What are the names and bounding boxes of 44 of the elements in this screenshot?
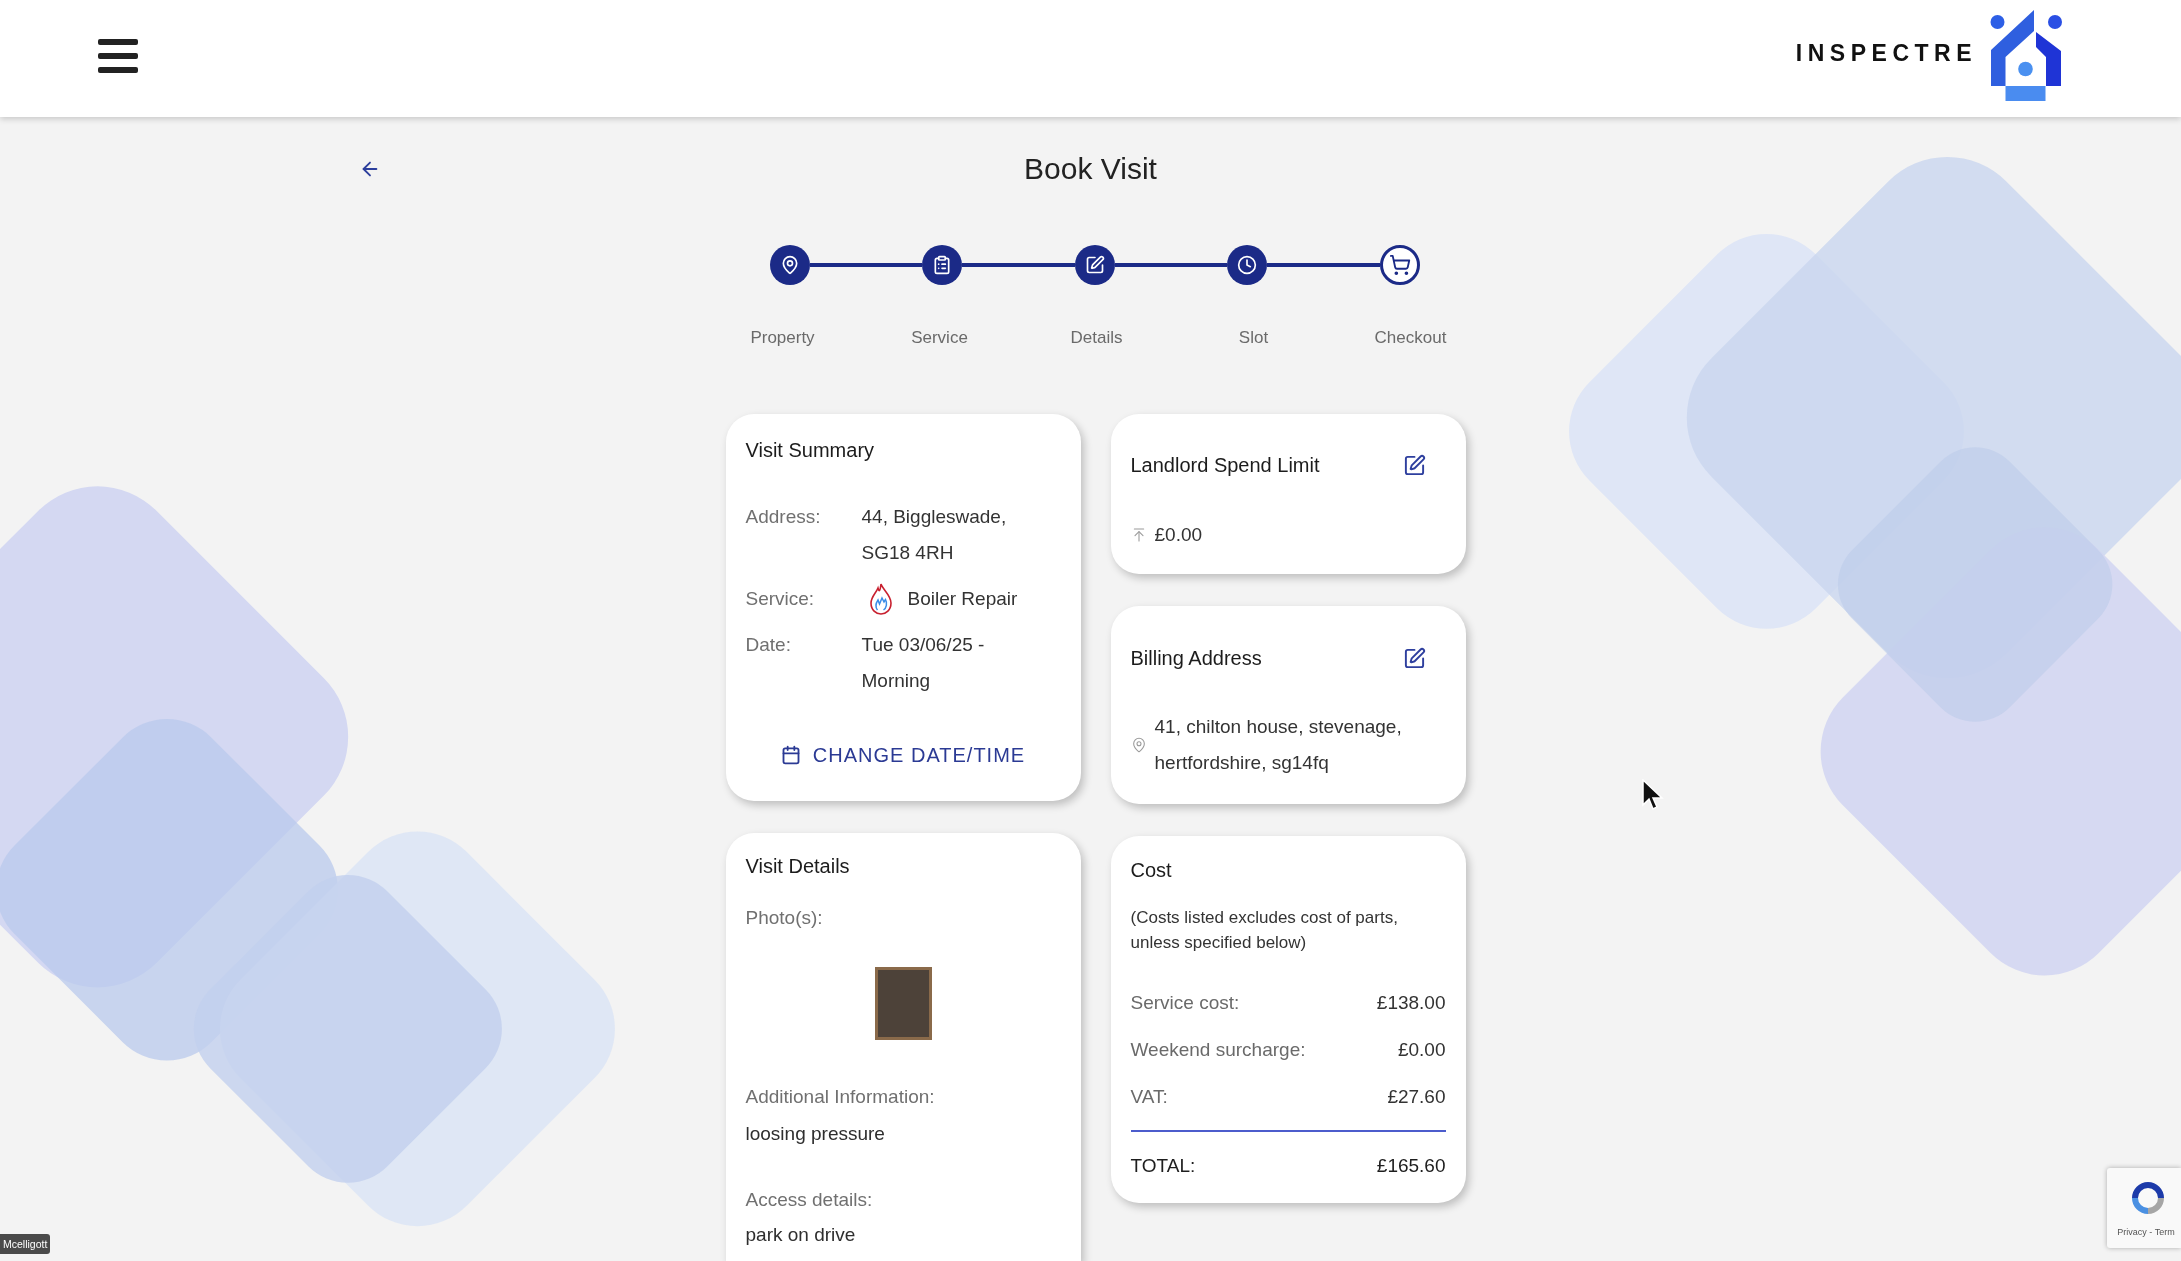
billing-address-text: 41, chilton house, stevenage, hertfordshire, sg14fq [1154,715,1403,775]
pencil-square-icon[interactable] [1402,453,1426,477]
mouse-pointer-icon [1642,779,1664,811]
spend-limit-amount: £0.00 [1154,523,1203,547]
page-title: Book Visit [1024,151,1157,187]
field-label: Photo(s): [745,906,824,930]
field-label: Access details: [745,1188,874,1212]
step-label: Service [911,327,968,349]
field-value: Boiler Repair [907,587,1018,611]
card-title: Billing Address [1130,646,1262,671]
field-label: Service: [745,587,816,611]
total-label: TOTAL: [1130,1154,1196,1178]
change-date-time-button[interactable]: CHANGE DATE/TIME [774,735,1032,775]
pencil-square-icon[interactable] [1402,646,1426,670]
step-label: Slot [1238,327,1269,349]
step-label: Checkout [1374,327,1447,349]
field-label: Address: [745,505,822,529]
location-pin-icon [1130,737,1147,753]
menu-icon[interactable] [98,38,138,73]
flame-icon [869,583,892,615]
cost-label: Service cost: [1130,991,1240,1015]
field-value: Tue 03/06/25 - Morning [861,633,986,693]
calendar-icon [780,745,801,765]
card-title: Cost [1130,858,1173,883]
card-title: Visit Summary [745,438,876,463]
card-title: Landlord Spend Limit [1130,453,1320,478]
cost-note: (Costs listed excludes cost of parts, unless specified below) [1130,907,1399,954]
field-label: Date: [745,633,792,657]
cost-value: £138.00 [1376,991,1446,1015]
cost-value: £0.00 [1397,1038,1446,1062]
cost-value: £27.60 [1387,1085,1446,1109]
field-label: Additional Information: [745,1085,936,1109]
total-value: £165.60 [1376,1154,1446,1178]
field-value: loosing pressure [745,1122,886,1146]
field-value: 44, Biggleswade, SG18 4RH [861,505,1008,565]
card-title: Visit Details [745,854,851,879]
cost-label: Weekend surcharge: [1130,1038,1306,1062]
logo-text: INSPECTRE [1795,38,1977,67]
step-label: Property [750,327,815,349]
user-name-tag: Mcelligott [0,1234,51,1254]
privacy-terms-text: Privacy - Term [2117,1226,2175,1238]
field-value: park on drive [745,1223,857,1247]
cost-label: VAT: [1130,1085,1168,1109]
step-label: Details [1070,327,1123,349]
